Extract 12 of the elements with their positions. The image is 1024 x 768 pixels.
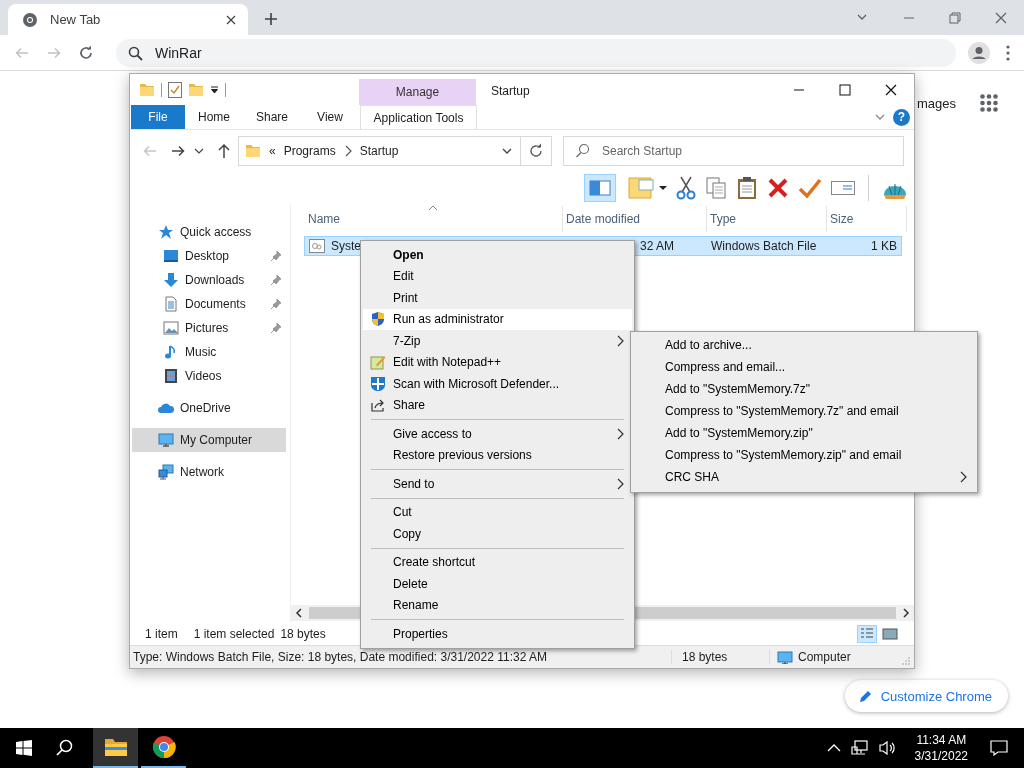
table-cell: Syste [331,239,361,253]
contextual-tab-group-header: Manage [359,79,476,105]
file-size: 18 bytes [671,650,769,664]
table-cell: 1 KB [871,239,897,253]
location-label: Computer [798,650,851,664]
window-title: Startup [490,83,531,100]
status-text: 1 item [145,627,178,641]
file-details: Type: Windows Batch File, Size: 18 bytes, Date modified: 3/31/2022 11:32 AM [132,650,548,664]
status-text: 18 bytes [280,627,326,641]
status-text: 1 item selected [193,627,275,641]
table-cell: 32 AM [639,239,674,253]
table-cell: Windows Batch File [711,239,817,253]
